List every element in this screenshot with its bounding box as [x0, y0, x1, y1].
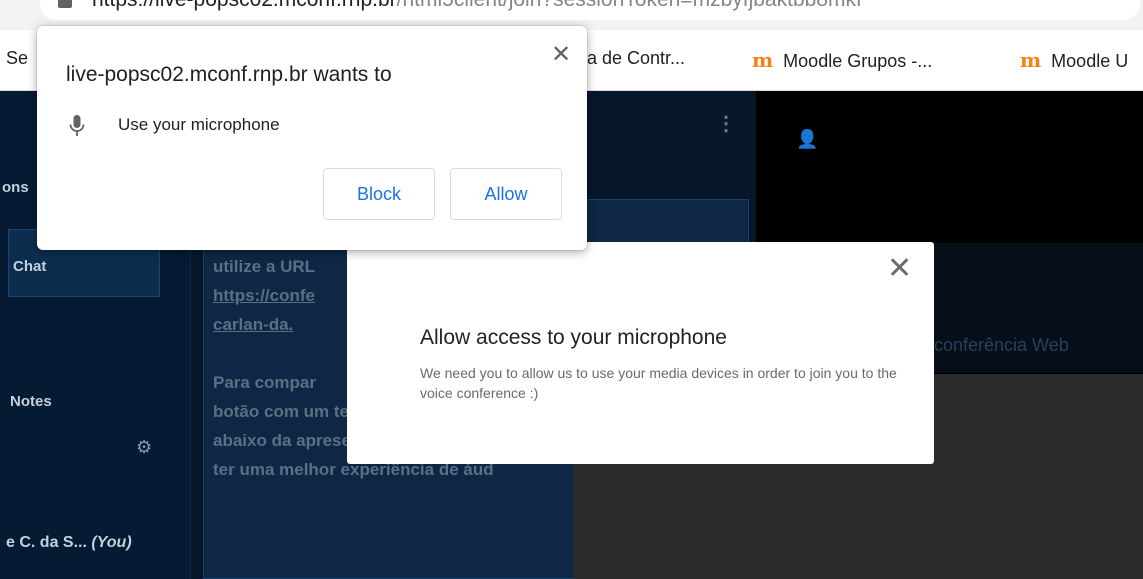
url-path: /html5client/join?sessionToken=mzbyfjbak…	[397, 0, 862, 11]
bookmark-moodle-grupos[interactable]: m Moodle Grupos -...	[752, 48, 932, 72]
presentation-text: conferência Web	[934, 335, 1069, 355]
user-you-badge: (You)	[91, 534, 132, 551]
bookmark-label: Moodle U	[1051, 51, 1129, 71]
sidebar-item-users[interactable]: ons	[2, 179, 29, 196]
modal-title: Allow access to your microphone	[420, 326, 727, 349]
more-options-icon[interactable]: ⋮	[716, 111, 736, 136]
allow-button[interactable]: Allow	[450, 168, 562, 220]
user-name: e C. da S...	[6, 534, 87, 551]
bookmark-label: Moodle Grupos -...	[783, 51, 933, 71]
sidebar-item-notes[interactable]: Notes	[10, 393, 52, 410]
bookmark-label: a de Contr...	[587, 48, 686, 68]
user-list-item-self[interactable]: e C. da S... (You)	[6, 534, 132, 552]
block-button[interactable]: Block	[323, 168, 435, 220]
bookmark-label: Se	[6, 48, 29, 68]
permission-site-text: live-popsc02.mconf.rnp.br wants to	[66, 63, 392, 86]
close-icon[interactable]: ✕	[887, 254, 912, 284]
moodle-logo-icon: m	[752, 48, 774, 72]
bookmark-item[interactable]: a de Contr...	[587, 48, 685, 69]
url-host: https://live-popsc02.mconf.rnp.br	[92, 0, 397, 11]
close-icon[interactable]: ✕	[551, 40, 571, 68]
gear-icon[interactable]: ⚙	[136, 437, 152, 458]
moodle-logo-icon: m	[1020, 48, 1042, 72]
permission-prompt: live-popsc02.mconf.rnp.br wants to ✕ Use…	[37, 26, 587, 250]
microphone-icon	[69, 115, 85, 136]
bookmark-moodle-u[interactable]: m Moodle U	[1020, 48, 1128, 72]
modal-description: We need you to allow us to use your medi…	[420, 365, 897, 401]
sidebar-item-label: Chat	[13, 258, 47, 275]
lock-icon	[58, 0, 72, 8]
url-text[interactable]: https://live-popsc02.mconf.rnp.br/html5c…	[92, 0, 862, 12]
user-icon: 👤	[796, 129, 819, 149]
microphone-access-modal: ✕ Allow access to your microphone We nee…	[347, 242, 934, 464]
bookmark-item[interactable]: Se	[6, 48, 28, 69]
permission-request: Use your microphone	[118, 115, 280, 134]
